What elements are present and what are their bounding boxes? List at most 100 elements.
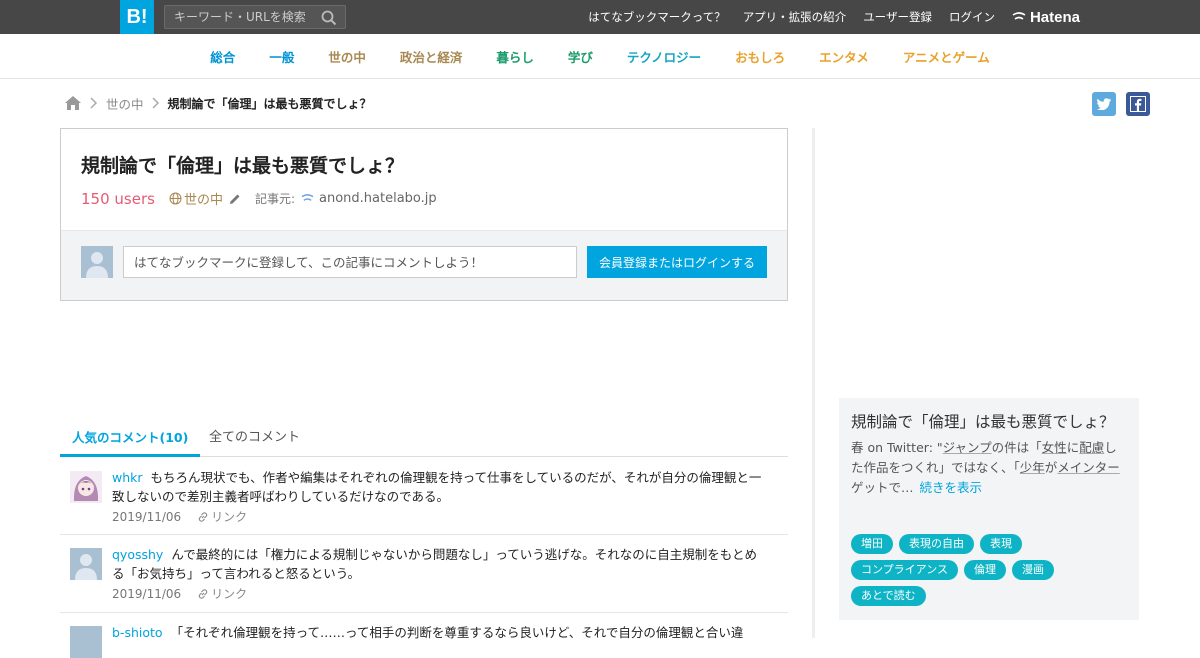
comment-body: qyosshy んで最終的には「権力による規制じゃないから問題なし」っていう逃げな… <box>112 545 762 583</box>
comment-form: 会員登録またはログインする <box>61 230 787 300</box>
comment-meta: 2019/11/06 リンク <box>112 585 247 602</box>
avatar[interactable] <box>70 471 102 503</box>
comment-item: whkr もちろん現状でも、作者や編集はそれぞれの倫理観を持って仕事をしているのだ… <box>60 458 788 535</box>
comment-username[interactable]: qyosshy <box>112 547 163 562</box>
tag-chip[interactable]: 表現 <box>980 534 1022 554</box>
link-icon <box>198 588 208 599</box>
hatena-brand-link[interactable]: Hatena <box>1012 9 1080 26</box>
keyword-link[interactable]: ジャンプ <box>943 440 992 455</box>
nav-login[interactable]: ログイン <box>949 9 995 25</box>
chevron-right-icon <box>90 97 98 109</box>
comment-text: 「それぞれ倫理観を持って……って相手の判断を尊重するなら良いけど、それで自分の倫… <box>170 625 744 640</box>
category-nav: 総合 一般 世の中 政治と経済 暮らし 学び テクノロジー おもしろ エンタメ アニメとゲーム <box>0 34 1200 79</box>
column-divider <box>812 128 815 638</box>
comment-tabs: 人気のコメント(10) 全てのコメント <box>60 420 788 457</box>
comment-username[interactable]: whkr <box>112 470 143 485</box>
user-silhouette-icon <box>86 252 108 278</box>
home-icon[interactable] <box>64 95 82 111</box>
summary-text: ゲットで… <box>851 480 914 495</box>
twitter-share-button[interactable] <box>1092 92 1116 116</box>
comment-date[interactable]: 2019/11/06 <box>112 587 181 601</box>
comment-date[interactable]: 2019/11/06 <box>112 510 181 524</box>
category-link[interactable]: 政治と経済 <box>400 47 463 66</box>
social-share <box>1082 92 1150 116</box>
bookmark-user-count[interactable]: 150 users <box>81 190 155 208</box>
category-link[interactable]: 総合 <box>210 47 235 66</box>
facebook-icon <box>1130 96 1146 112</box>
keyword-link[interactable]: 少年 <box>1020 460 1045 475</box>
comment-item: qyosshy んで最終的には「権力による規制じゃないから問題なし」っていう逃げな… <box>60 535 788 613</box>
comment-link[interactable]: リンク <box>197 585 247 602</box>
tab-popular-comments[interactable]: 人気のコメント(10) <box>60 420 201 457</box>
facebook-share-button[interactable] <box>1126 92 1150 116</box>
nav-apps[interactable]: アプリ・拡張の紹介 <box>743 9 847 25</box>
search-input[interactable] <box>165 6 315 28</box>
sidebar-entry-card: 規制論で「倫理」は最も悪質でしょ？ 春 on Twitter: "ジャンプの件は… <box>839 398 1139 620</box>
hatena-bookmark-logo[interactable]: B! <box>120 0 154 34</box>
summary-text: の件は「 <box>991 440 1042 455</box>
category-link[interactable]: エンタメ <box>819 47 869 66</box>
category-link[interactable]: 世の中 <box>328 47 366 66</box>
entry-category[interactable]: 世の中 <box>169 189 223 208</box>
comment-link[interactable]: リンク <box>197 508 247 525</box>
chevron-right-icon <box>151 97 159 109</box>
tag-chip[interactable]: 表現の自由 <box>899 534 974 554</box>
tag-chip[interactable]: あとで読む <box>851 586 926 606</box>
top-nav: はてなブックマークって？ アプリ・拡張の紹介 ユーザー登録 ログイン Haten… <box>571 0 1080 34</box>
tag-list: 増田 表現の自由 表現コンプライアンス 倫理 漫画あとで読む <box>851 534 1131 612</box>
show-more-link[interactable]: 続きを表示 <box>920 480 983 495</box>
comment-meta: 2019/11/06 リンク <box>112 508 247 525</box>
search-box <box>164 5 346 29</box>
hatena-brand-label: Hatena <box>1029 8 1080 26</box>
comment-body: whkr もちろん現状でも、作者や編集はそれぞれの倫理観を持って仕事をしているのだ… <box>112 468 762 506</box>
comment-link-label: リンク <box>211 587 248 601</box>
comment-input[interactable] <box>123 246 577 278</box>
top-bar: B! はてなブックマークって？ アプリ・拡張の紹介 ユーザー登録 ログイン Ha… <box>0 0 1200 34</box>
tab-all-comments[interactable]: 全てのコメント <box>197 420 312 457</box>
link-icon <box>198 511 208 522</box>
entry-meta: 150 users 世の中 記事元: anond.hatelabo.jp <box>81 189 437 209</box>
pencil-icon[interactable] <box>229 193 241 205</box>
source-label: 記事元: <box>254 192 295 206</box>
avatar[interactable] <box>70 548 102 580</box>
globe-icon <box>169 192 182 205</box>
tag-chip[interactable]: 漫画 <box>1012 560 1055 580</box>
source-link[interactable]: anond.hatelabo.jp <box>301 191 437 206</box>
source-domain: anond.hatelabo.jp <box>319 191 437 206</box>
comment-text: んで最終的には「権力による規制じゃないから問題なし」っていう逃げな。それなのに自… <box>112 547 757 581</box>
tag-chip[interactable]: 増田 <box>851 534 893 554</box>
entry-card: 規制論で「倫理」は最も悪質でしょ？ 150 users 世の中 記事元: ano… <box>60 128 788 301</box>
tag-chip[interactable]: コンプライアンス <box>851 560 959 580</box>
category-link[interactable]: 学び <box>568 47 593 66</box>
breadcrumb: 世の中 規制論で「倫理」は最も悪質でしょ？ <box>64 92 372 114</box>
hatena-logo-icon <box>1012 12 1026 20</box>
comment-text: もちろん現状でも、作者や編集はそれぞれの倫理観を持って仕事をしているのだが、それ… <box>112 470 762 504</box>
tag-chip[interactable]: 倫理 <box>964 560 1007 580</box>
category-link[interactable]: おもしろ <box>735 47 785 66</box>
summary-text: 春 on Twitter: " <box>851 440 943 455</box>
nav-about[interactable]: はてなブックマークって？ <box>588 9 725 25</box>
category-link[interactable]: 一般 <box>269 47 294 66</box>
avatar[interactable] <box>70 626 102 658</box>
breadcrumb-current: 規制論で「倫理」は最も悪質でしょ？ <box>167 96 372 111</box>
comment-link-label: リンク <box>211 510 248 524</box>
entry-title[interactable]: 規制論で「倫理」は最も悪質でしょ？ <box>81 151 404 178</box>
twitter-icon <box>1097 98 1111 110</box>
breadcrumb-category[interactable]: 世の中 <box>106 94 144 113</box>
category-link[interactable]: 暮らし <box>496 47 534 66</box>
entry-category-label: 世の中 <box>183 193 223 208</box>
keyword-link[interactable]: 配慮 <box>1079 440 1104 455</box>
comment-item: b-shioto 「それぞれ倫理観を持って……って相手の判断を尊重するなら良いけど… <box>60 613 788 658</box>
comment-username[interactable]: b-shioto <box>112 625 163 640</box>
category-link[interactable]: テクノロジー <box>627 47 701 66</box>
search-icon[interactable] <box>321 10 337 26</box>
register-login-button[interactable]: 会員登録またはログインする <box>587 246 767 278</box>
sidebar-title[interactable]: 規制論で「倫理」は最も悪質でしょ？ <box>851 410 1115 432</box>
keyword-link[interactable]: メインター <box>1057 460 1120 475</box>
keyword-link[interactable]: 女性 <box>1042 440 1067 455</box>
category-link[interactable]: アニメとゲーム <box>903 47 990 66</box>
user-avatar-placeholder <box>81 246 113 278</box>
comment-body: b-shioto 「それぞれ倫理観を持って……って相手の判断を尊重するなら良いけど… <box>112 623 762 642</box>
nav-register[interactable]: ユーザー登録 <box>863 9 932 25</box>
user-silhouette-icon <box>75 554 97 580</box>
